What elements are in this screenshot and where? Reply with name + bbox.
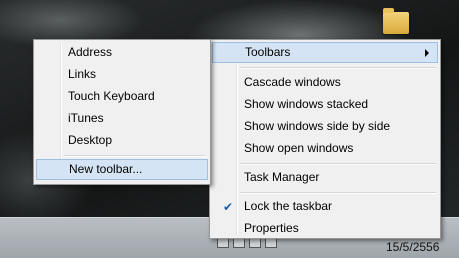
submenu-item-new-toolbar[interactable]: New toolbar... bbox=[36, 159, 208, 180]
submenu-item-links[interactable]: Links bbox=[36, 64, 208, 85]
taskbar-clock-date[interactable]: 15/5/2556 bbox=[386, 240, 439, 254]
submenu-item-label: Address bbox=[68, 45, 113, 59]
menu-item-label: Task Manager bbox=[244, 170, 320, 184]
taskbar-context-menu: Toolbars Cascade windows Show windows st… bbox=[209, 39, 441, 239]
submenu-arrow-icon bbox=[425, 49, 429, 57]
submenu-item-label: New toolbar... bbox=[69, 162, 143, 176]
menu-item-lock-the-taskbar[interactable]: ✔ Lock the taskbar bbox=[212, 196, 438, 217]
menu-separator bbox=[240, 192, 436, 194]
menu-item-label: Cascade windows bbox=[244, 75, 341, 89]
menu-item-label: Toolbars bbox=[245, 45, 291, 59]
submenu-item-itunes[interactable]: iTunes bbox=[36, 108, 208, 129]
menu-item-label: Show windows side by side bbox=[244, 119, 391, 133]
menu-item-toolbars[interactable]: Toolbars bbox=[212, 42, 438, 63]
menu-item-label: Lock the taskbar bbox=[244, 199, 333, 213]
checkmark-icon: ✔ bbox=[223, 200, 234, 214]
submenu-item-label: iTunes bbox=[68, 111, 104, 125]
toolbars-submenu: Address Links Touch Keyboard iTunes Desk… bbox=[33, 39, 211, 185]
menu-separator bbox=[240, 67, 436, 69]
menu-item-cascade-windows[interactable]: Cascade windows bbox=[212, 72, 438, 93]
menu-item-show-windows-side-by-side[interactable]: Show windows side by side bbox=[212, 116, 438, 137]
submenu-item-label: Links bbox=[68, 67, 97, 81]
menu-separator bbox=[240, 163, 436, 165]
menu-item-show-windows-stacked[interactable]: Show windows stacked bbox=[212, 94, 438, 115]
submenu-item-label: Desktop bbox=[68, 133, 113, 147]
submenu-item-desktop[interactable]: Desktop bbox=[36, 130, 208, 151]
menu-item-label: Show open windows bbox=[244, 141, 354, 155]
menu-item-label: Show windows stacked bbox=[244, 97, 369, 111]
submenu-item-address[interactable]: Address bbox=[36, 42, 208, 63]
submenu-item-touch-keyboard[interactable]: Touch Keyboard bbox=[36, 86, 208, 107]
menu-item-show-open-windows[interactable]: Show open windows bbox=[212, 138, 438, 159]
menu-item-properties[interactable]: Properties bbox=[212, 218, 438, 239]
menu-item-label: Properties bbox=[244, 221, 299, 235]
menu-separator bbox=[64, 155, 206, 157]
submenu-item-label: Touch Keyboard bbox=[68, 89, 155, 103]
folder-icon[interactable] bbox=[383, 8, 409, 34]
menu-item-task-manager[interactable]: Task Manager bbox=[212, 167, 438, 188]
